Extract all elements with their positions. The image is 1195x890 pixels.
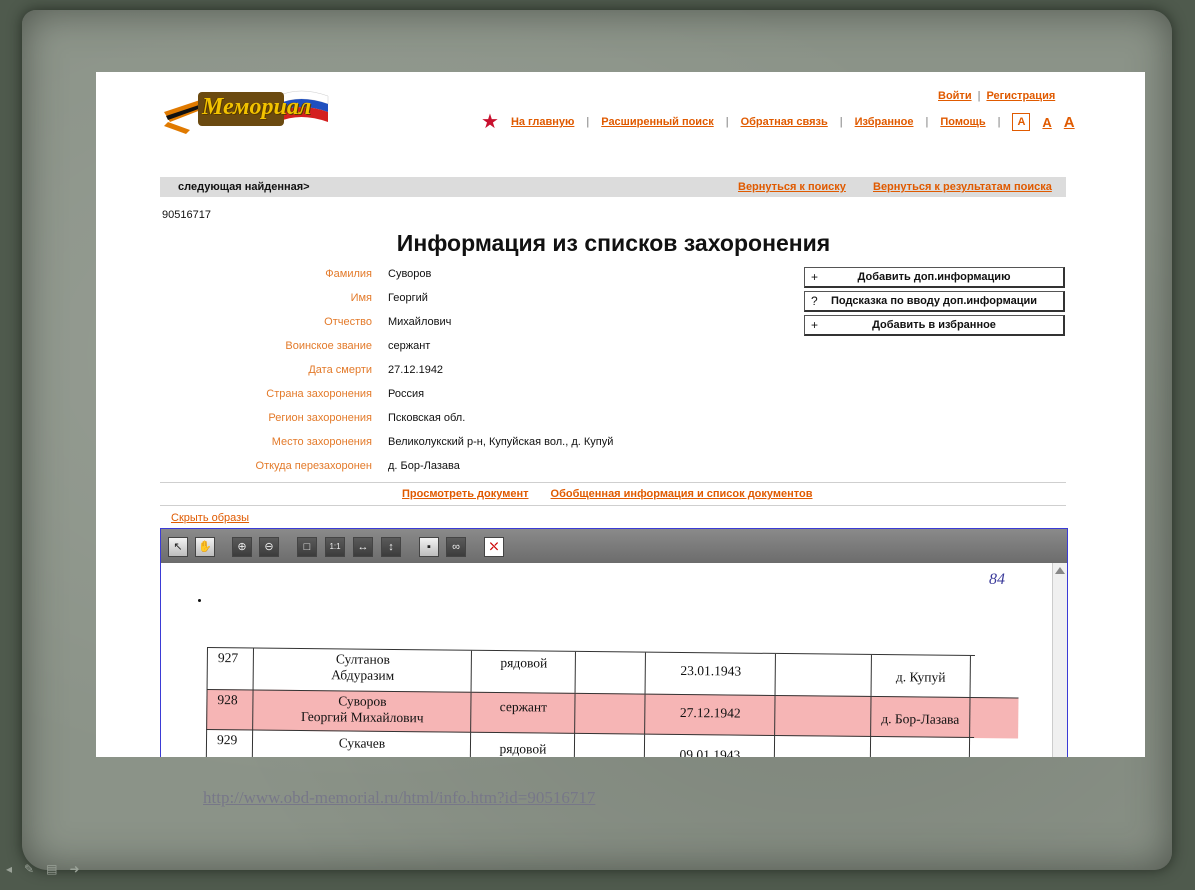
font-size-small[interactable]: А — [1012, 113, 1031, 131]
field-value: Суворов — [388, 268, 432, 280]
field-value: Михайлович — [388, 316, 452, 328]
page-mark: 84 — [989, 571, 1005, 588]
row-place: д. Бор-Лазава — [881, 711, 960, 727]
back-to-search-link[interactable]: Вернуться к поиску — [738, 181, 846, 193]
nav-advanced-search[interactable]: Расширенный поиск — [601, 116, 713, 128]
input-hint-label: Подсказка по вводу доп.информации — [831, 295, 1037, 307]
row-given-name: Абдуразим — [331, 667, 395, 683]
fit-width-icon[interactable]: ↔ — [353, 537, 373, 557]
record-id: 90516717 — [162, 209, 211, 221]
fit-page-icon[interactable]: □ — [297, 537, 317, 557]
zoom-in-icon[interactable]: ⊕ — [232, 537, 252, 557]
field-row: Воинское звание сержант — [160, 340, 660, 356]
record-nav-bar: следующая найденная> Вернуться к поиску … — [160, 177, 1066, 197]
field-label: Воинское звание — [285, 340, 372, 352]
auth-links: Войти | Регистрация — [938, 90, 1056, 102]
field-value: сержант — [388, 340, 431, 352]
add-info-label: Добавить доп.информацию — [857, 271, 1011, 283]
row-rank: сержант — [499, 699, 548, 715]
hand-icon[interactable]: ✋ — [195, 537, 215, 557]
nav-favorites[interactable]: Избранное — [855, 116, 914, 128]
row-date: 23.01.1943 — [680, 662, 742, 679]
row-surname: Сукачев — [338, 735, 386, 751]
nav-feedback[interactable]: Обратная связь — [741, 116, 828, 128]
row-number: 929 — [216, 732, 238, 748]
divider — [160, 505, 1066, 506]
field-label: Имя — [350, 292, 372, 304]
viewer-scrollbar[interactable] — [1052, 563, 1067, 757]
row-rank: рядовой — [499, 741, 547, 757]
field-label: Страна захоронения — [266, 388, 372, 400]
font-size-large[interactable]: А — [1064, 114, 1075, 131]
font-size-medium[interactable]: А — [1042, 115, 1051, 130]
main-nav: ★ На главную | Расширенный поиск | Обрат… — [481, 111, 1075, 133]
browser-screenshot: Мемориал Войти | Регистрация ★ На главну… — [96, 72, 1145, 757]
field-value: 27.12.1942 — [388, 364, 444, 376]
add-favorite-label: Добавить в избранное — [872, 319, 996, 331]
logo-text: Мемориал — [202, 94, 312, 120]
field-label: Регион захоронения — [268, 412, 372, 424]
source-url-link[interactable]: http://www.obd-memorial.ru/html/info.htm… — [203, 788, 595, 808]
input-hint-button[interactable]: ? Подсказка по вводу доп.информации — [804, 291, 1065, 312]
nav-home[interactable]: На главную — [511, 116, 574, 128]
divider — [160, 482, 1066, 483]
field-value: Великолукский р-н, Купуйская вол., д. Ку… — [388, 436, 614, 448]
field-label: Дата смерти — [308, 364, 372, 376]
next-found-link[interactable]: следующая найденная> — [178, 181, 310, 193]
field-row: Страна захоронения Россия — [160, 388, 660, 404]
hide-images-link[interactable]: Скрыть образы — [171, 512, 249, 524]
page-title: Информация из списков захоронения — [396, 230, 831, 256]
document-image: 84 927 Султанов Абдуразим рядовой 23.01.… — [161, 563, 1051, 757]
prev-slide-icon[interactable]: ◂ — [6, 862, 12, 876]
next-slide-icon[interactable]: ➜ — [69, 862, 79, 876]
row-date: 09.01.1943 — [679, 746, 741, 757]
row-given-name: Георгий Михайлович — [300, 708, 424, 726]
row-place: д. Купуй — [895, 669, 946, 685]
field-label: Фамилия — [325, 268, 372, 280]
field-row: Фамилия Суворов — [160, 268, 660, 284]
field-row: Имя Георгий — [160, 292, 660, 308]
field-label: Место захоронения — [271, 436, 372, 448]
field-row: Дата смерти 27.12.1942 — [160, 364, 660, 380]
field-label: Откуда перезахоронен — [255, 460, 372, 472]
pdf-icon[interactable]: ⛌ — [484, 537, 504, 557]
fit-height-icon[interactable]: ↕ — [381, 537, 401, 557]
pen-icon[interactable]: ✎ — [24, 862, 34, 876]
zoom-out-icon[interactable]: ⊖ — [259, 537, 279, 557]
field-row: Регион захоронения Псковская обл. — [160, 412, 660, 428]
menu-icon[interactable]: ▤ — [46, 862, 57, 876]
document-viewer: ↖ ✋ ⊕ ⊖ □ 1:1 ↔ ↕ ▪ ∞ ⛌ 84 927 Султанов … — [160, 528, 1068, 757]
row-rank: рядовой — [500, 655, 548, 671]
field-value: д. Бор-Лазава — [388, 460, 460, 472]
field-row: Место захоронения Великолукский р-н, Куп… — [160, 436, 660, 452]
row-number: 927 — [217, 650, 239, 666]
field-value: Россия — [388, 388, 425, 400]
add-favorite-button[interactable]: + Добавить в избранное — [804, 315, 1065, 336]
back-to-results-link[interactable]: Вернуться к результатам поиска — [873, 181, 1052, 193]
field-row: Откуда перезахоронен д. Бор-Лазава — [160, 460, 660, 476]
login-link[interactable]: Войти — [938, 90, 972, 102]
row-number: 928 — [217, 692, 238, 708]
link-icon[interactable]: ∞ — [446, 537, 466, 557]
field-row: Отчество Михайлович — [160, 316, 660, 332]
field-label: Отчество — [324, 316, 372, 328]
add-info-button[interactable]: + Добавить доп.информацию — [804, 267, 1065, 288]
row-date: 27.12.1942 — [679, 704, 741, 721]
red-star-icon: ★ — [481, 111, 499, 133]
save-icon[interactable]: ▪ — [419, 537, 439, 557]
scroll-up-icon[interactable] — [1055, 567, 1065, 574]
pointer-icon[interactable]: ↖ — [168, 537, 188, 557]
register-link[interactable]: Регистрация — [986, 90, 1055, 102]
memorial-logo[interactable]: Мемориал — [160, 86, 336, 136]
field-value: Георгий — [388, 292, 428, 304]
summary-link[interactable]: Обобщенная информация и список документо… — [551, 488, 813, 500]
archive-table: 927 Султанов Абдуразим рядовой 23.01.194… — [205, 647, 1019, 757]
viewer-toolbar: ↖ ✋ ⊕ ⊖ □ 1:1 ↔ ↕ ▪ ∞ ⛌ — [161, 529, 1067, 563]
view-document-link[interactable]: Просмотреть документ — [402, 488, 529, 500]
slide-nav: ◂ ✎ ▤ ➜ — [6, 862, 80, 876]
field-value: Псковская обл. — [388, 412, 466, 424]
document-links: Просмотреть документ Обобщенная информац… — [402, 488, 813, 500]
nav-help[interactable]: Помощь — [940, 116, 985, 128]
actual-size-icon[interactable]: 1:1 — [325, 537, 345, 557]
